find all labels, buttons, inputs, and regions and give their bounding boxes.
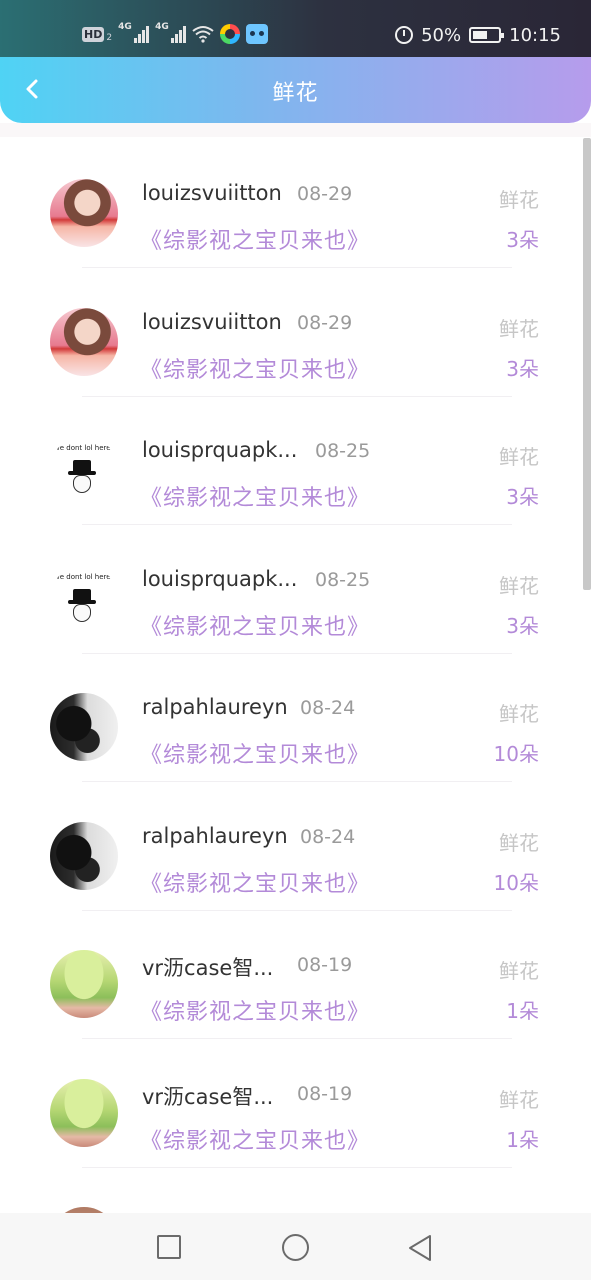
avatar-caption: we dont lol here bbox=[54, 572, 111, 581]
gift-type-label: 鲜花 bbox=[499, 959, 539, 983]
record-date: 08-19 bbox=[297, 1082, 353, 1105]
recents-square-icon[interactable] bbox=[157, 1235, 181, 1259]
user-avatar[interactable]: we dont lol here bbox=[50, 436, 118, 504]
record-date: 08-24 bbox=[300, 697, 356, 719]
list-item[interactable]: we dont lol here louisprquapk... 08-25 《综影视… bbox=[0, 523, 591, 654]
scrollbar[interactable] bbox=[583, 138, 591, 590]
battery-icon bbox=[469, 27, 505, 43]
top-app-bar: 鲜花 bbox=[0, 57, 591, 123]
page-title: 鲜花 bbox=[272, 81, 319, 106]
username[interactable]: ralpahlaureyn bbox=[142, 824, 288, 848]
gift-type-label: 鲜花 bbox=[499, 702, 539, 726]
cell-signal-icon: 4G bbox=[118, 22, 150, 43]
gift-count: 1朵 bbox=[506, 999, 539, 1023]
gift-type-label: 鲜花 bbox=[499, 830, 539, 855]
robot-app-icon bbox=[246, 24, 269, 44]
gift-type-label: 鲜花 bbox=[499, 316, 539, 341]
app-notification-icon bbox=[220, 24, 241, 44]
list-item[interactable]: louizsvuiitton 08-29 《综影视之宝贝来也》 鲜花 3朵 bbox=[0, 266, 591, 397]
user-avatar[interactable] bbox=[50, 693, 118, 761]
system-nav-bar bbox=[0, 1213, 591, 1280]
status-bar: HD 2 4G 4G 50% 10:15 bbox=[0, 0, 591, 57]
gift-count: 10朵 bbox=[493, 870, 539, 895]
avatar-caption: we dont lol here bbox=[54, 444, 111, 452]
battery-percent: 50% bbox=[421, 24, 462, 46]
gift-count: 3朵 bbox=[506, 485, 539, 509]
list-item[interactable]: we dont lol here louisprquapk... 08-25 《综影视… bbox=[0, 394, 591, 525]
user-avatar[interactable] bbox=[50, 179, 118, 247]
flower-record-list[interactable]: louizsvuiitton 08-29 《综影视之宝贝来也》 鲜花 3朵 louizsv… bbox=[0, 137, 591, 1213]
status-right: 50% 10:15 bbox=[395, 22, 561, 48]
gift-count: 3朵 bbox=[506, 356, 539, 381]
book-title[interactable]: 《综影视之宝贝来也》 bbox=[140, 480, 370, 512]
gift-type-label: 鲜花 bbox=[499, 188, 539, 212]
book-title[interactable]: 《综影视之宝贝来也》 bbox=[140, 223, 370, 255]
username[interactable]: vr沥case智... bbox=[142, 952, 273, 982]
book-title[interactable]: 《综影视之宝贝来也》 bbox=[140, 866, 370, 898]
username[interactable]: louizsvuiitton bbox=[142, 181, 282, 205]
book-title[interactable]: 《综影视之宝贝来也》 bbox=[140, 994, 370, 1026]
gift-type-label: 鲜花 bbox=[499, 1087, 539, 1112]
clock: 10:15 bbox=[509, 24, 561, 46]
username[interactable]: vr沥case智... bbox=[142, 1081, 273, 1111]
home-circle-icon[interactable] bbox=[282, 1234, 309, 1261]
record-date: 08-24 bbox=[300, 825, 356, 848]
book-title[interactable]: 《综影视之宝贝来也》 bbox=[140, 1123, 370, 1155]
status-left: HD 2 4G 4G bbox=[82, 21, 269, 47]
list-item[interactable]: ralpahlaureyn 08-24 《综影视之宝贝来也》 鲜花 10朵 bbox=[0, 780, 591, 911]
cell-signal-icon-2: 4G bbox=[155, 22, 187, 43]
list-item[interactable]: ralpahlaureyn 08-24 《综影视之宝贝来也》 鲜花 10朵 bbox=[0, 651, 591, 782]
alarm-icon bbox=[395, 26, 414, 44]
record-date: 08-29 bbox=[297, 183, 353, 205]
user-avatar[interactable]: we dont lol here bbox=[50, 564, 118, 633]
record-date: 08-19 bbox=[297, 954, 353, 976]
record-date: 08-25 bbox=[315, 440, 371, 462]
network-type-label: 4G bbox=[118, 22, 132, 32]
user-avatar[interactable] bbox=[50, 1078, 118, 1147]
gift-count: 1朵 bbox=[506, 1127, 539, 1152]
book-title[interactable]: 《综影视之宝贝来也》 bbox=[140, 352, 370, 384]
gift-count: 3朵 bbox=[506, 228, 539, 252]
hd-voice-icon: HD bbox=[82, 26, 105, 42]
user-avatar[interactable] bbox=[50, 821, 118, 890]
username[interactable]: louizsvuiitton bbox=[142, 310, 282, 334]
username[interactable]: louisprquapk... bbox=[142, 438, 297, 462]
record-date: 08-25 bbox=[315, 568, 371, 591]
hd-sim-index: 2 bbox=[106, 33, 113, 43]
book-title[interactable]: 《综影视之宝贝来也》 bbox=[140, 737, 370, 769]
gift-type-label: 鲜花 bbox=[499, 445, 539, 469]
list-item[interactable]: louizsvuiitton 08-29 《综影视之宝贝来也》 鲜花 3朵 bbox=[0, 137, 591, 268]
list-item[interactable]: vr沥case智... 08-19 《综影视之宝贝来也》 鲜花 1朵 bbox=[0, 1037, 591, 1168]
list-item-partial[interactable] bbox=[0, 1165, 591, 1213]
wifi-icon bbox=[192, 26, 214, 43]
book-title[interactable]: 《综影视之宝贝来也》 bbox=[140, 609, 370, 641]
list-item[interactable]: vr沥case智... 08-19 《综影视之宝贝来也》 鲜花 1朵 bbox=[0, 908, 591, 1039]
user-avatar[interactable] bbox=[50, 950, 118, 1018]
record-date: 08-29 bbox=[297, 311, 353, 334]
phone-screen: HD 2 4G 4G 50% 10:15 鲜花 louizsvuiitton 0… bbox=[0, 0, 591, 1280]
gift-count: 3朵 bbox=[506, 613, 539, 638]
username[interactable]: ralpahlaureyn bbox=[142, 695, 288, 719]
header-spacer bbox=[0, 123, 591, 137]
gift-count: 10朵 bbox=[493, 742, 539, 766]
gift-type-label: 鲜花 bbox=[499, 573, 539, 598]
network-type-label-2: 4G bbox=[155, 22, 169, 32]
username[interactable]: louisprquapk... bbox=[142, 567, 297, 591]
back-triangle-icon[interactable] bbox=[406, 1233, 434, 1263]
user-avatar[interactable] bbox=[50, 307, 118, 376]
